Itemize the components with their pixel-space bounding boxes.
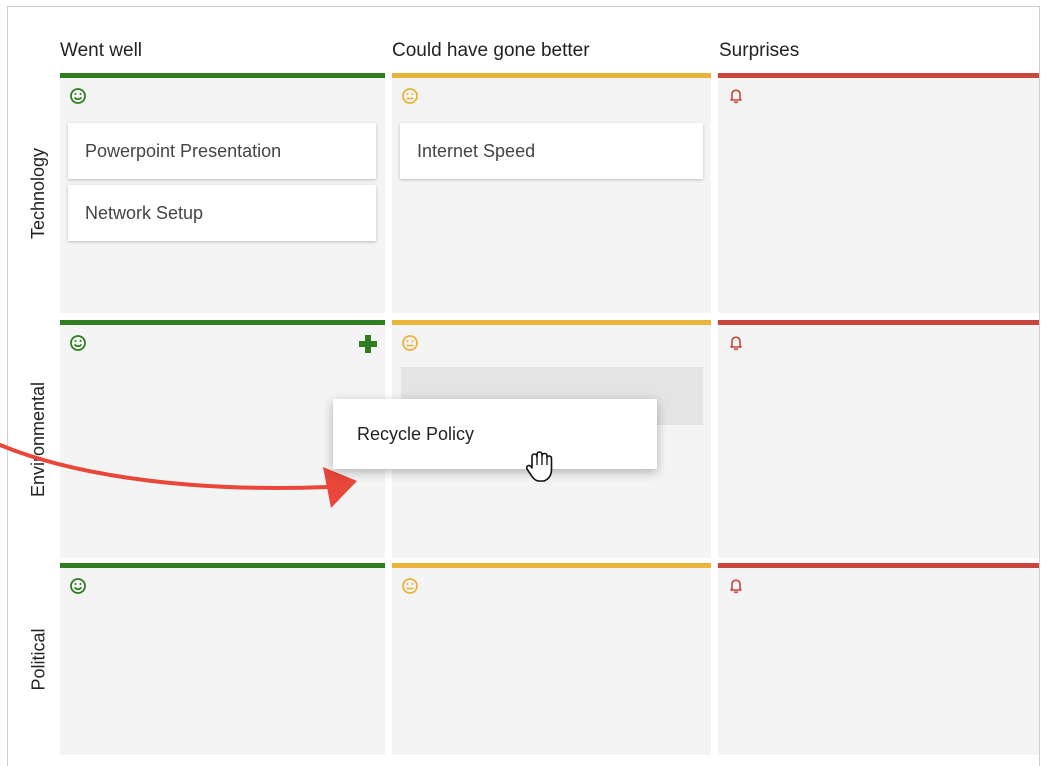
grab-hand-cursor-icon: [525, 451, 553, 482]
dragging-card-recycle-policy[interactable]: Recycle Policy: [333, 399, 657, 469]
drag-arrow-icon: [0, 443, 357, 508]
